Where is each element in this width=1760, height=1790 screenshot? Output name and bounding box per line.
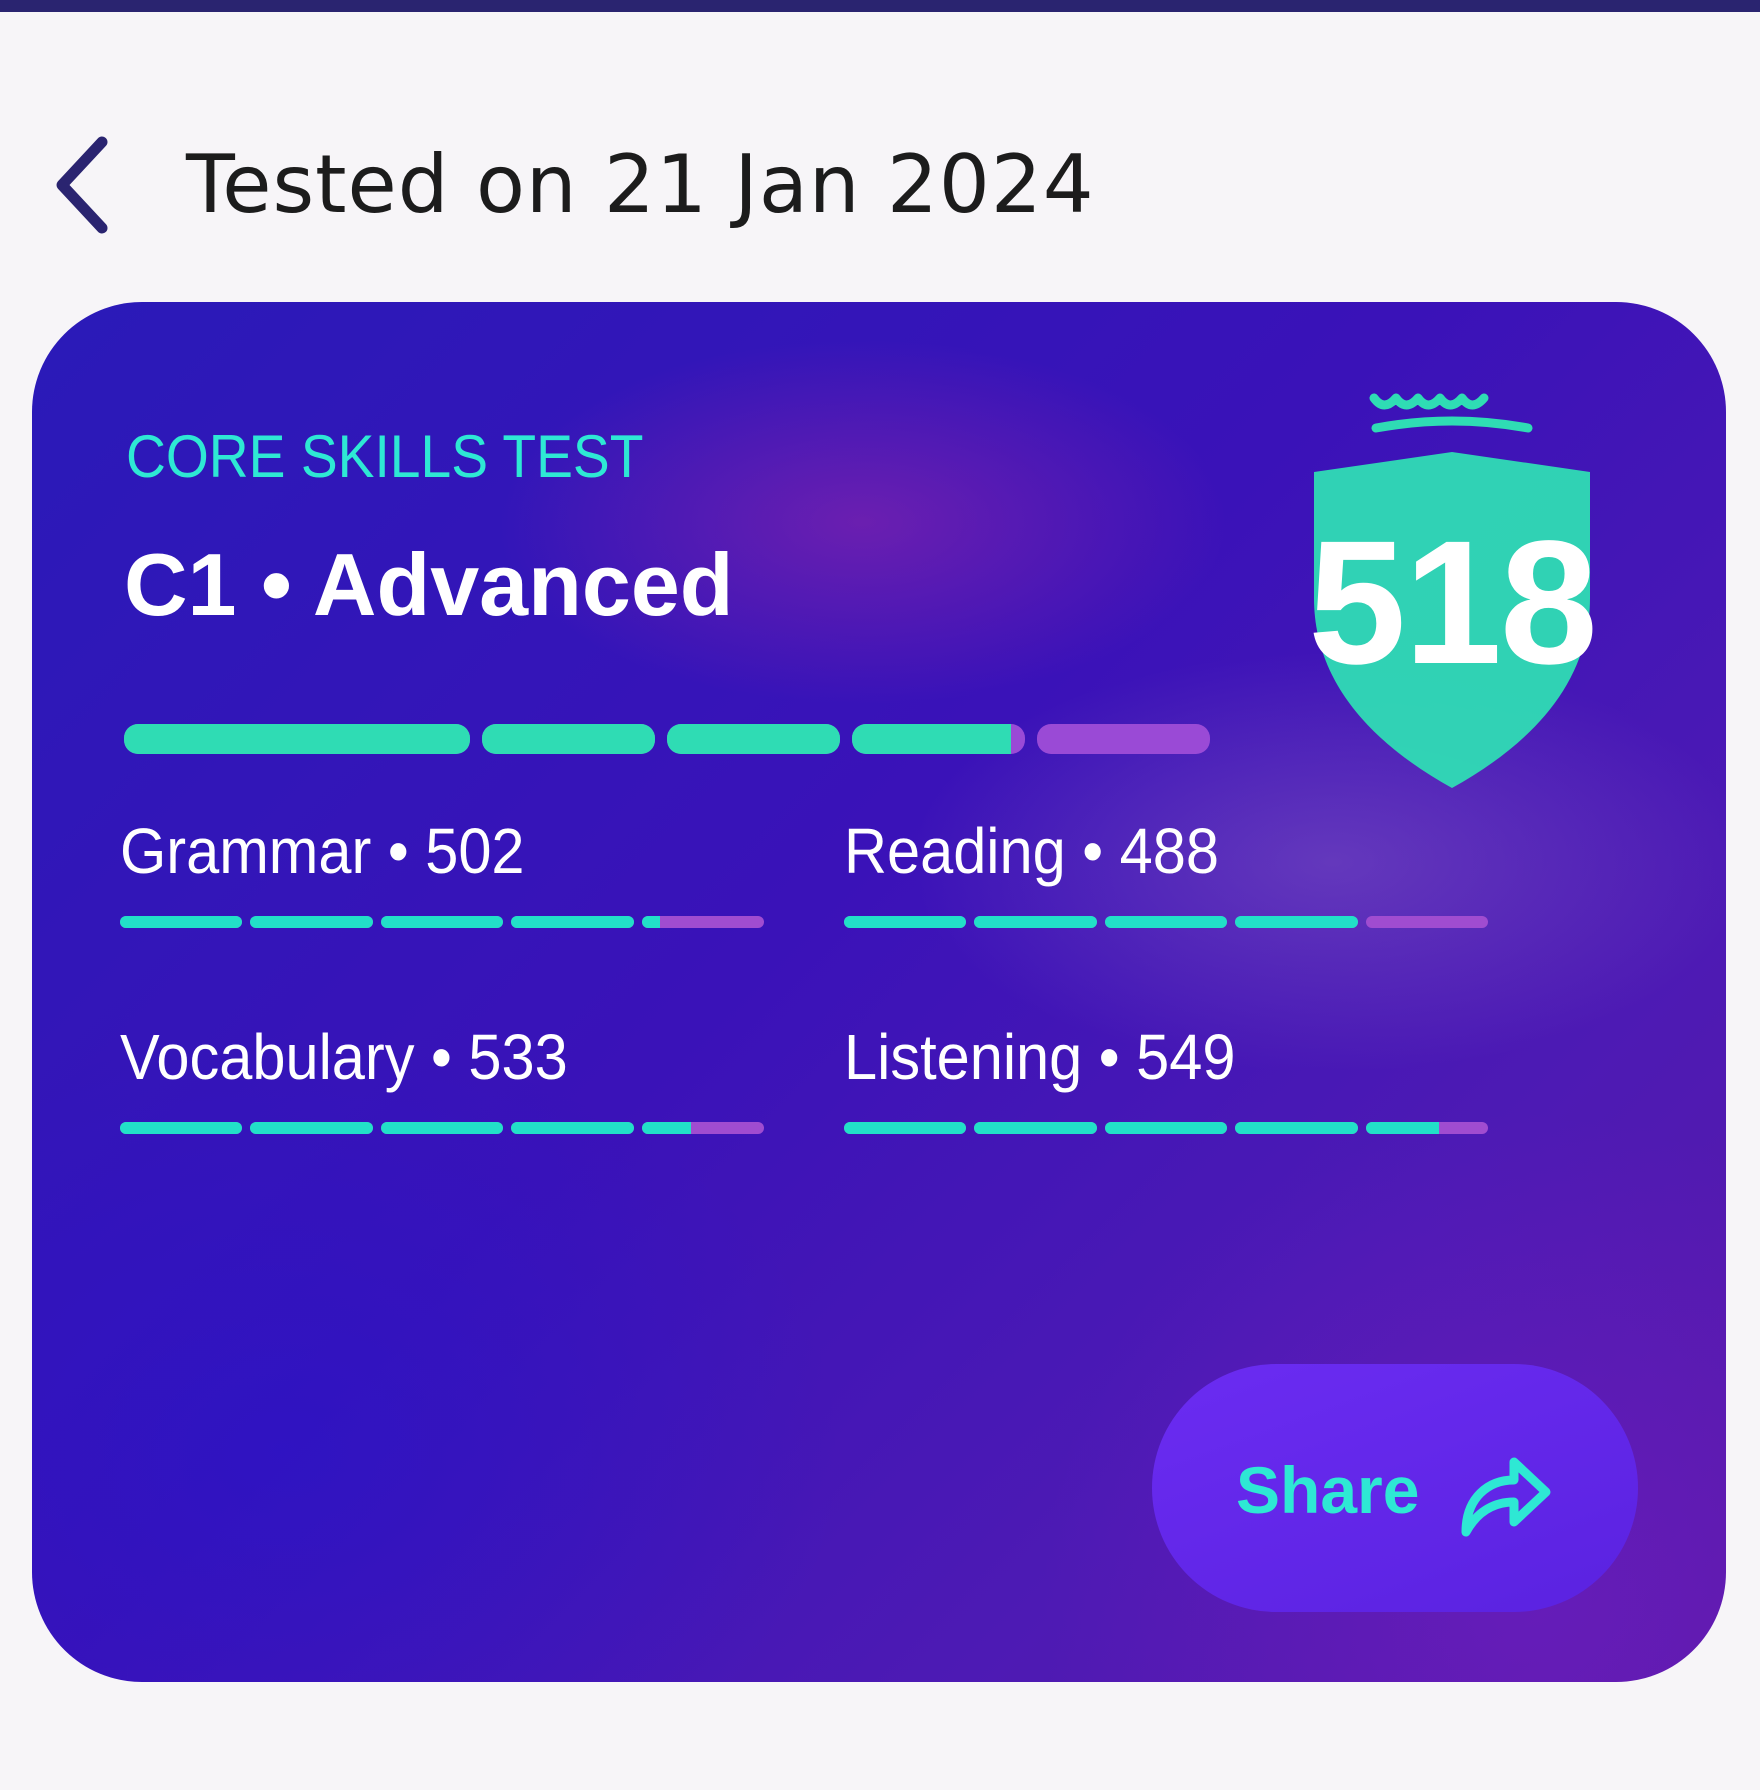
skill-reading-label: Reading • 488 bbox=[844, 815, 1219, 887]
progress-fill bbox=[124, 724, 470, 754]
progress-segment bbox=[844, 1122, 967, 1134]
progress-segment bbox=[974, 1122, 1097, 1134]
progress-fill bbox=[974, 916, 1097, 928]
progress-fill bbox=[120, 916, 243, 928]
chevron-left-icon bbox=[56, 136, 108, 234]
share-label: Share bbox=[1236, 1453, 1420, 1527]
progress-segment bbox=[1104, 1122, 1228, 1134]
progress-segment bbox=[380, 916, 504, 928]
share-arrow-icon bbox=[1461, 1457, 1551, 1537]
progress-fill bbox=[511, 916, 634, 928]
progress-fill bbox=[250, 916, 373, 928]
progress-segment bbox=[1235, 1122, 1358, 1134]
progress-segment bbox=[1365, 1122, 1489, 1134]
progress-fill bbox=[482, 724, 655, 754]
progress-segment bbox=[250, 916, 373, 928]
progress-fill bbox=[1104, 916, 1228, 928]
progress-fill bbox=[852, 724, 1012, 754]
progress-segment bbox=[120, 916, 243, 928]
progress-segment bbox=[844, 916, 967, 928]
progress-fill bbox=[511, 1122, 634, 1134]
progress-fill bbox=[641, 1122, 691, 1134]
progress-segment bbox=[511, 1122, 634, 1134]
progress-fill bbox=[380, 1122, 504, 1134]
skill-vocabulary-label: Vocabulary • 533 bbox=[120, 1021, 568, 1093]
progress-fill bbox=[667, 724, 840, 754]
share-button[interactable]: Share bbox=[1152, 1364, 1638, 1612]
level-progress-bar bbox=[124, 724, 1210, 754]
test-name: CORE SKILLS TEST bbox=[126, 423, 644, 490]
progress-segment bbox=[852, 724, 1025, 754]
progress-fill bbox=[844, 916, 967, 928]
page-title: Tested on 21 Jan 2024 bbox=[186, 138, 1095, 231]
progress-segment bbox=[124, 724, 470, 754]
progress-segment bbox=[1365, 916, 1489, 928]
progress-segment bbox=[641, 916, 765, 928]
progress-fill bbox=[120, 1122, 243, 1134]
progress-fill bbox=[1365, 1122, 1440, 1134]
progress-segment bbox=[641, 1122, 765, 1134]
progress-fill bbox=[1235, 1122, 1358, 1134]
progress-fill bbox=[641, 916, 660, 928]
overall-score: 518 bbox=[1308, 505, 1598, 701]
progress-segment bbox=[974, 916, 1097, 928]
skill-grammar-label: Grammar • 502 bbox=[120, 815, 525, 887]
progress-segment bbox=[1037, 724, 1210, 754]
level-title: C1 • Advanced bbox=[124, 535, 734, 634]
skill-vocabulary-progress bbox=[120, 1122, 765, 1134]
progress-fill bbox=[1104, 1122, 1228, 1134]
result-card: CORE SKILLS TEST C1 • Advanced 518 Gramm… bbox=[32, 302, 1726, 1682]
page-header: Tested on 21 Jan 2024 bbox=[0, 110, 1760, 260]
skill-listening-progress bbox=[844, 1122, 1489, 1134]
skill-listening-label: Listening • 549 bbox=[844, 1021, 1236, 1093]
progress-segment bbox=[120, 1122, 243, 1134]
progress-fill bbox=[974, 1122, 1097, 1134]
skill-reading-progress bbox=[844, 916, 1489, 928]
progress-segment bbox=[1104, 916, 1228, 928]
back-button[interactable] bbox=[52, 130, 142, 240]
progress-segment bbox=[380, 1122, 504, 1134]
progress-segment bbox=[667, 724, 840, 754]
progress-segment bbox=[511, 916, 634, 928]
progress-fill bbox=[380, 916, 504, 928]
progress-fill bbox=[1235, 916, 1358, 928]
skill-grammar-progress bbox=[120, 916, 765, 928]
progress-fill bbox=[250, 1122, 373, 1134]
progress-segment bbox=[1235, 916, 1358, 928]
progress-fill bbox=[844, 1122, 967, 1134]
status-bar-strip bbox=[0, 0, 1760, 12]
progress-segment bbox=[250, 1122, 373, 1134]
progress-segment bbox=[482, 724, 655, 754]
